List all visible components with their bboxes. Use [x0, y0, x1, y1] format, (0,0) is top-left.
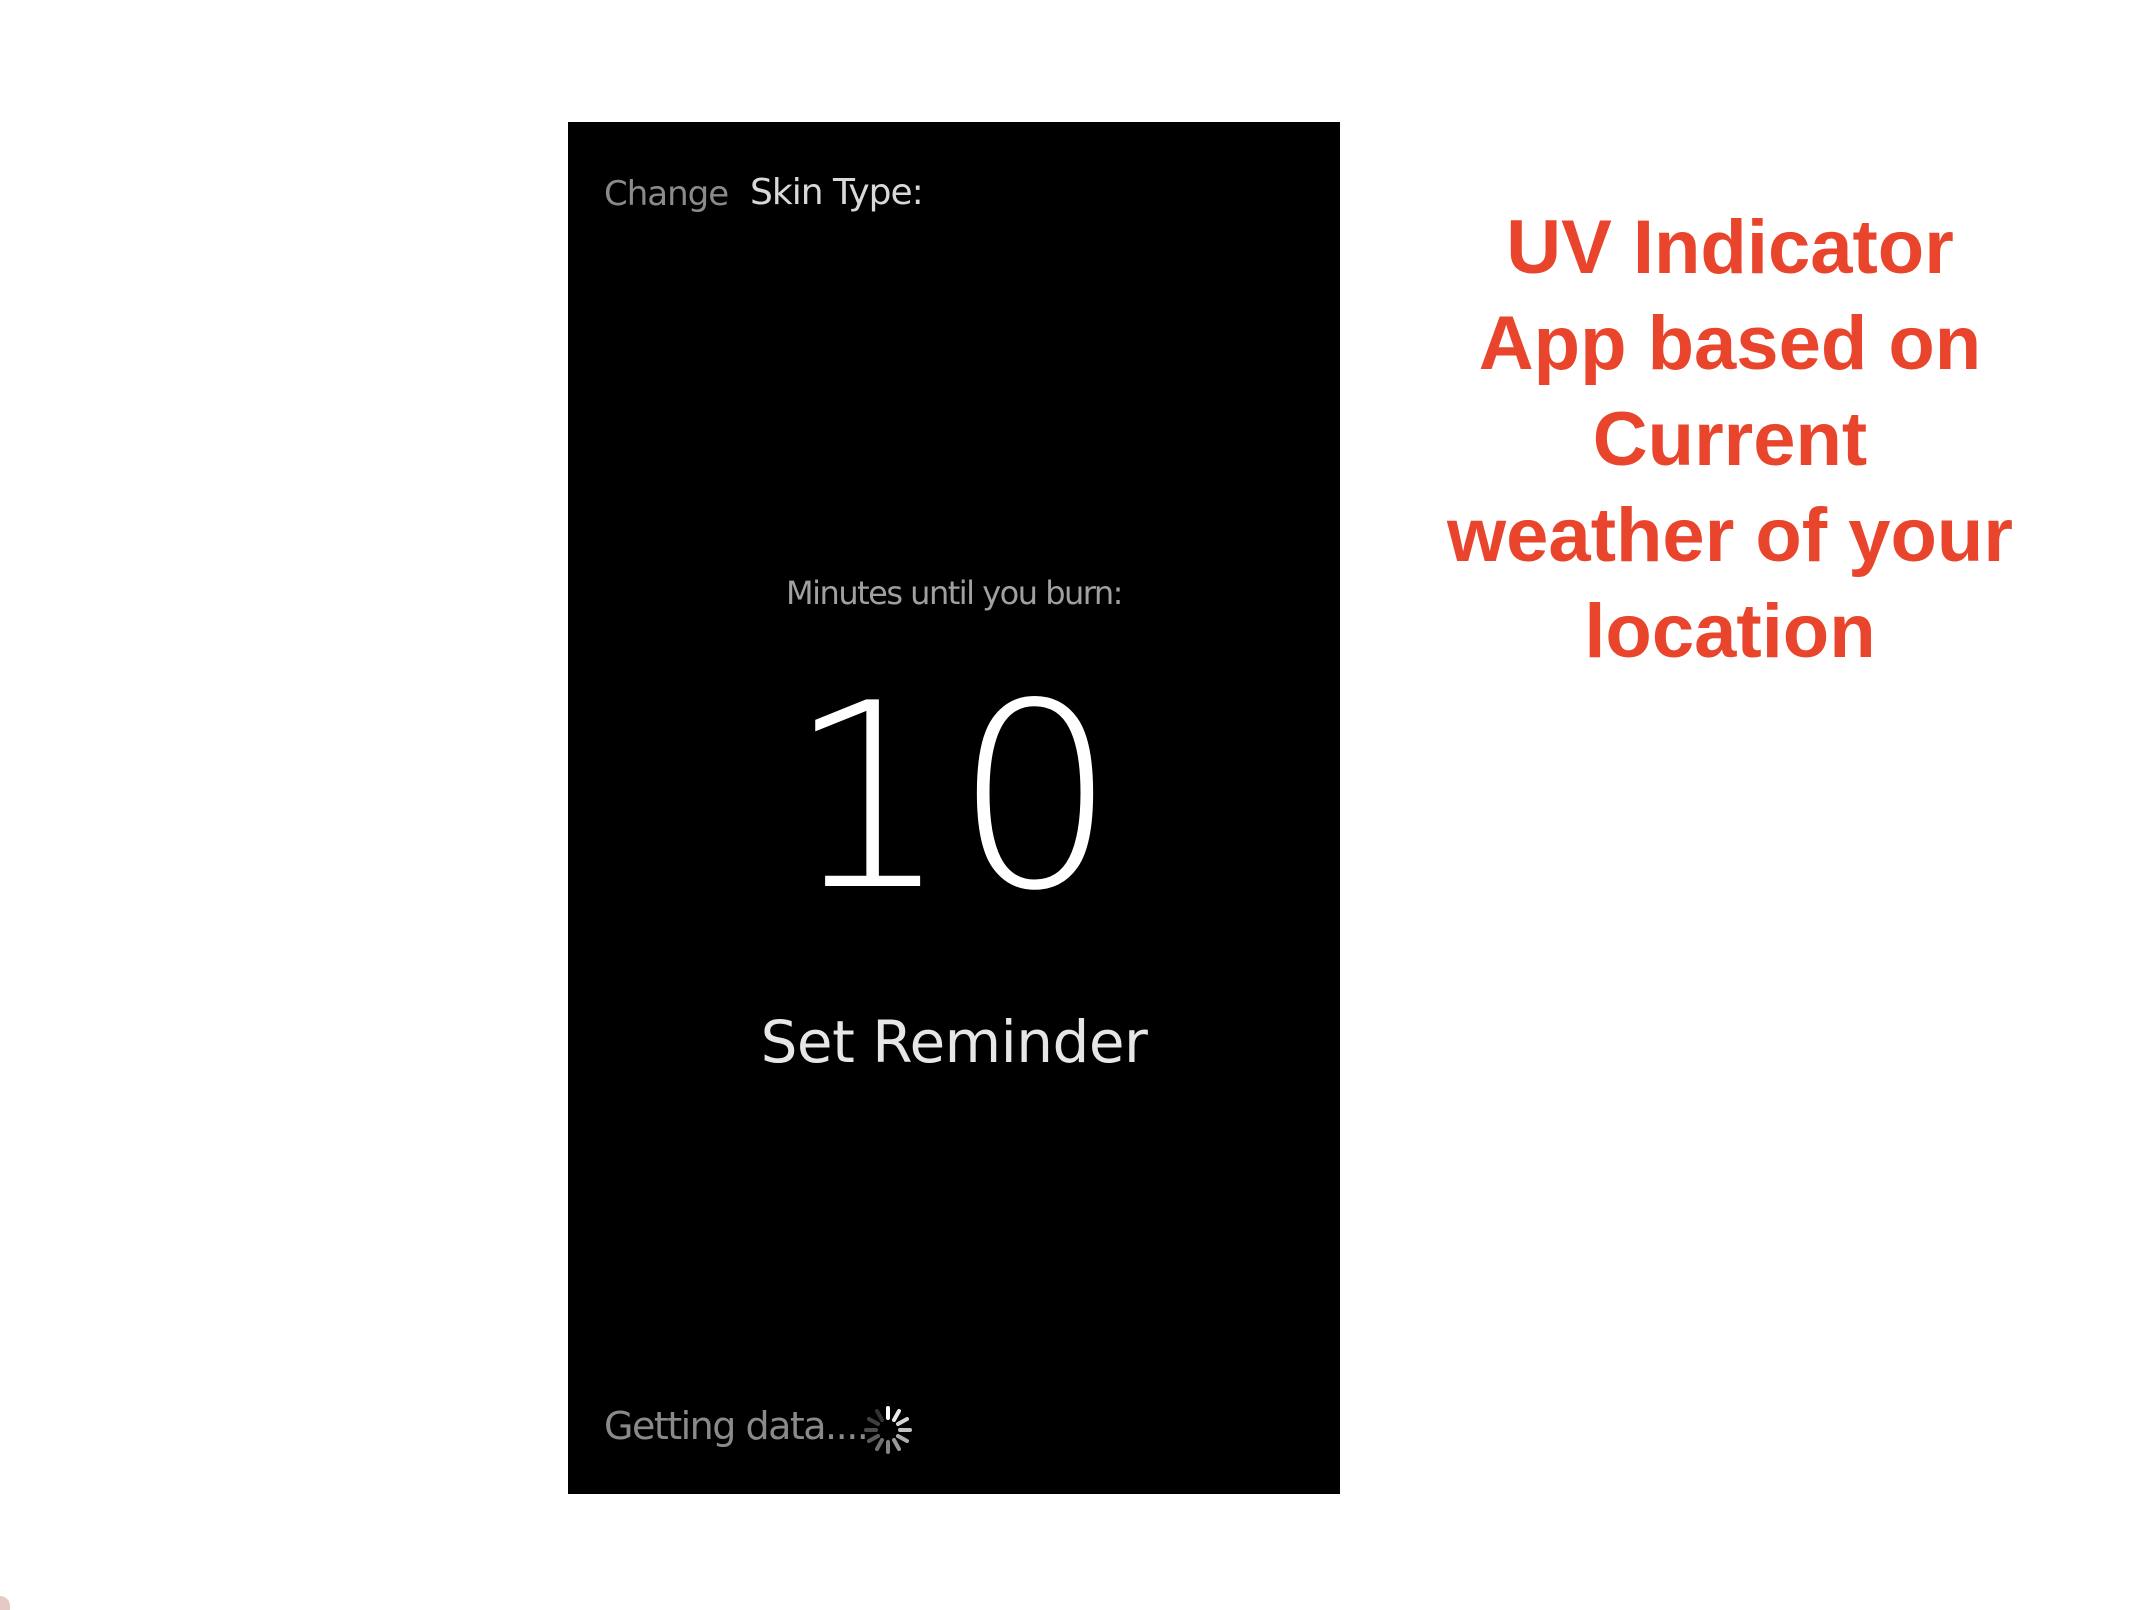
minutes-value: 10	[787, 649, 1121, 947]
caption-line: weather of your	[1447, 493, 2013, 578]
caption-line: location	[1584, 589, 1876, 674]
app-screen: Change Skin Type: Minutes until you burn…	[568, 122, 1340, 1494]
skin-type-label: Skin Type:	[750, 172, 924, 213]
caption-line: Current	[1592, 397, 1868, 482]
caption-line: App based on	[1478, 301, 1982, 386]
loading-spinner-icon	[864, 1406, 912, 1454]
set-reminder-button[interactable]: Set Reminder	[568, 1008, 1340, 1076]
app-description-caption: UV Indicator App based on Current weathe…	[1420, 200, 2040, 680]
minutes-until-burn-label: Minutes until you burn:	[786, 574, 1123, 612]
corner-fragment	[0, 1596, 10, 1610]
change-link[interactable]: Change	[604, 174, 729, 214]
status-text: Getting data....	[604, 1404, 869, 1448]
caption-line: UV Indicator	[1506, 205, 1954, 290]
